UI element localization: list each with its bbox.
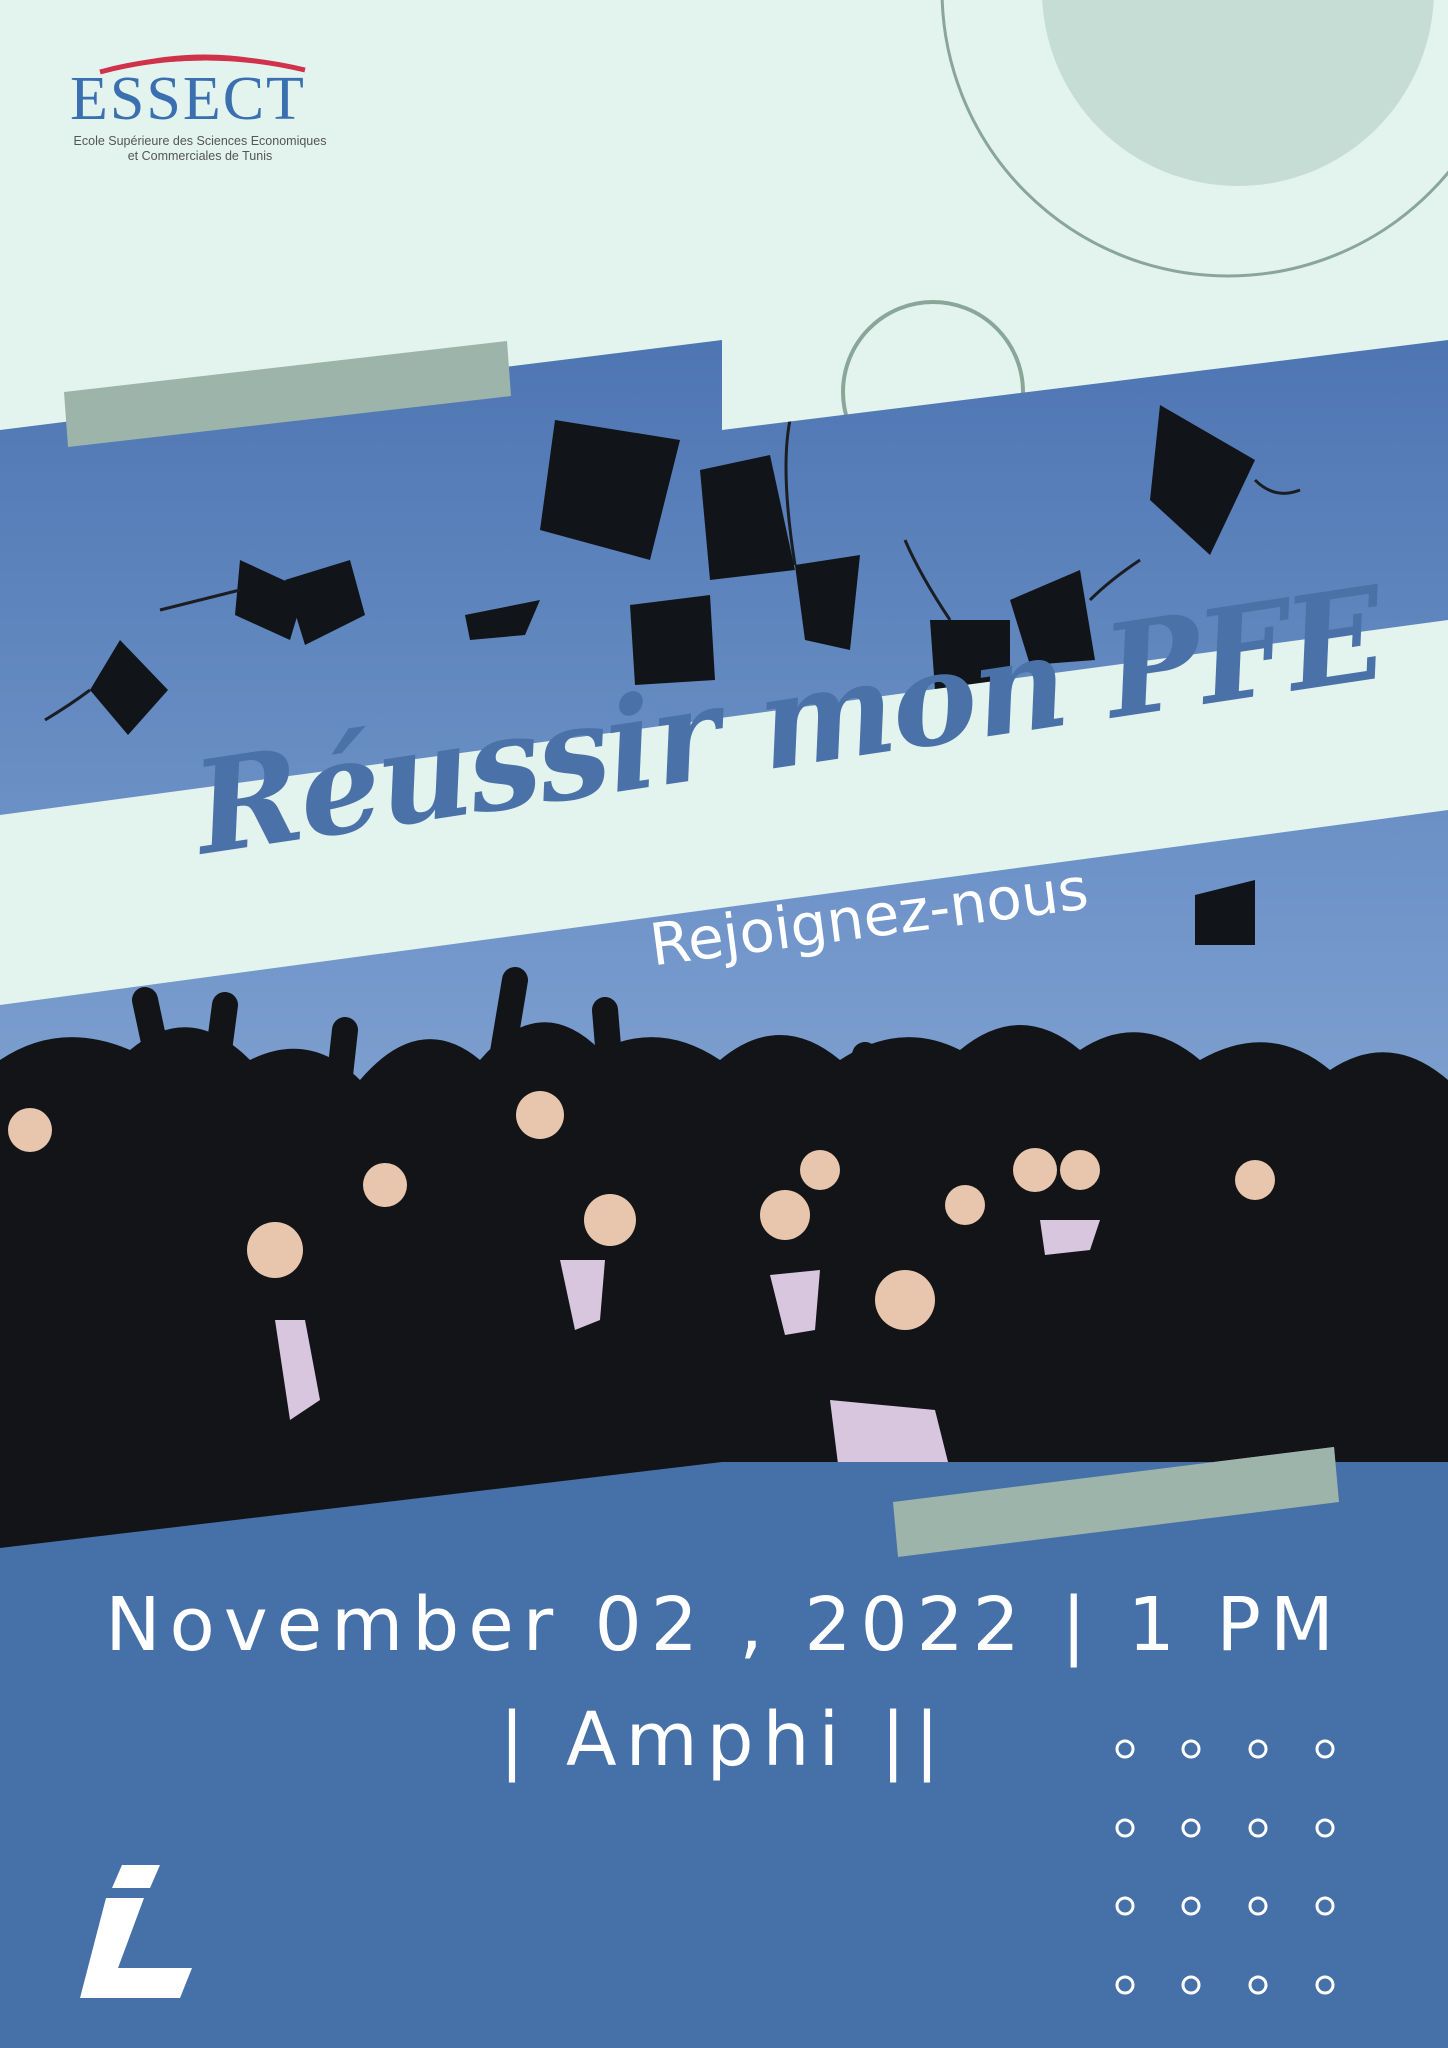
event-date-time: November 02 , 2022 | 1 PM: [105, 1582, 1343, 1668]
event-venue: | Amphi ||: [499, 1697, 949, 1783]
essect-logo: ESSECT Ecole Supérieure des Sciences Eco…: [70, 68, 330, 164]
logo-subtitle-line1: Ecole Supérieure des Sciences Economique…: [73, 134, 327, 148]
logo-subtitle-line2: et Commerciales de Tunis: [127, 149, 273, 163]
poster: ESSECT Ecole Supérieure des Sciences Eco…: [0, 0, 1448, 2048]
decor-circle-filled: [1042, 0, 1434, 186]
logo-name: ESSECT: [70, 65, 306, 133]
